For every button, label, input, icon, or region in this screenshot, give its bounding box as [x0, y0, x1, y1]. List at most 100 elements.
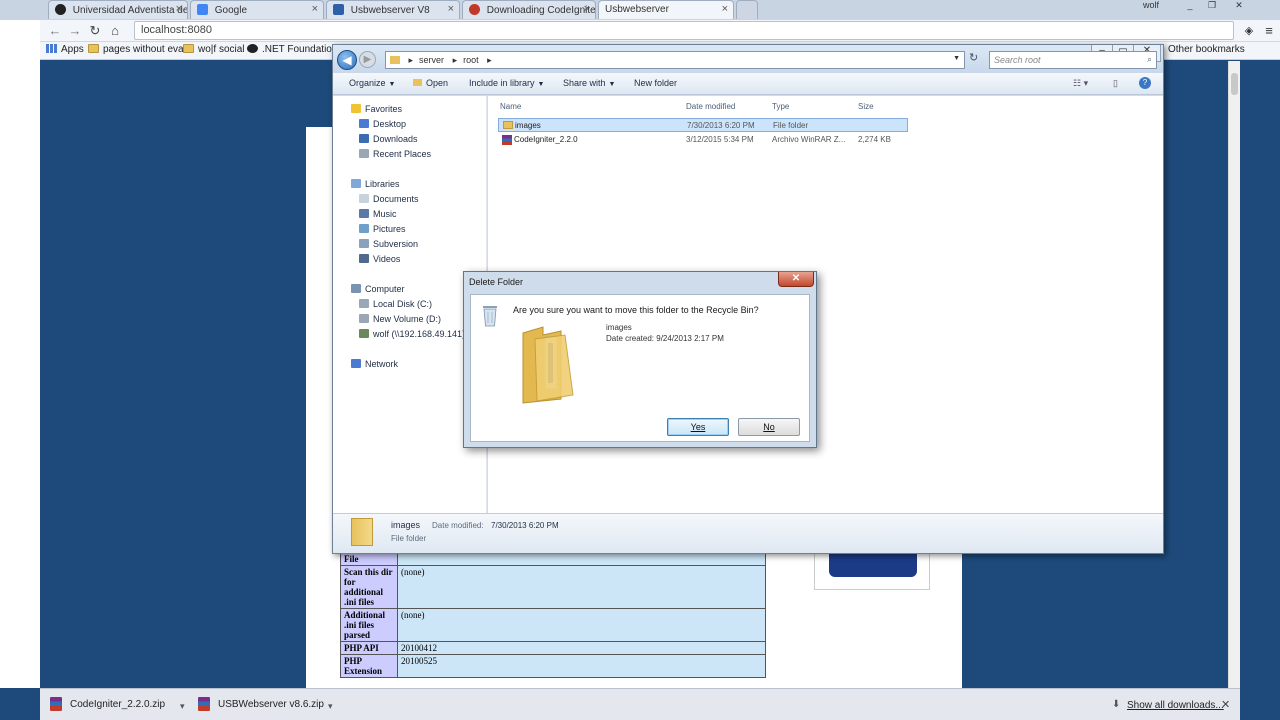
nav-label: Desktop	[373, 119, 407, 129]
tab-universidad[interactable]: Universidad Adventista de ×	[48, 0, 188, 19]
minimize-icon[interactable]: _	[1178, 0, 1202, 14]
preview-pane-icon[interactable]: ▯	[1113, 78, 1118, 89]
table-key: PHP Extension	[340, 654, 398, 678]
table-row: PHP Extension 20100525	[340, 654, 766, 678]
breadcrumb-root[interactable]: root	[463, 55, 479, 65]
download-item-codeigniter[interactable]: CodeIgniter_2.2.0.zip ▾	[40, 693, 186, 717]
nav-libraries[interactable]: Libraries	[351, 179, 400, 189]
recent-places-icon	[359, 149, 369, 158]
nav-desktop[interactable]: Desktop	[359, 119, 406, 129]
breadcrumb-server[interactable]: server	[419, 55, 444, 65]
page-scrollbar[interactable]	[1228, 61, 1240, 688]
nav-network[interactable]: Network	[351, 359, 398, 369]
tab-usbwebserver-v8[interactable]: Usbwebserver V8 ×	[326, 0, 460, 19]
back-icon[interactable]: ←	[46, 22, 64, 40]
bookmark-apps[interactable]: Apps	[46, 44, 84, 55]
address-bar[interactable]: localhost:8080	[134, 21, 1234, 40]
menu-icon[interactable]: ≡	[1260, 22, 1278, 40]
close-icon[interactable]: ×	[722, 3, 728, 15]
extension-icon[interactable]: ◈	[1240, 22, 1258, 40]
close-icon[interactable]: ✕	[1221, 698, 1230, 711]
bookmark-wolf-social[interactable]: wo|f social	[183, 44, 245, 55]
no-button[interactable]: No	[738, 418, 800, 436]
column-header-type[interactable]: Type	[772, 102, 789, 111]
nav-new-volume-d[interactable]: New Volume (D:)	[359, 314, 441, 324]
include-in-library-menu[interactable]: Include in library ▼	[469, 78, 544, 88]
show-all-downloads-link[interactable]: Show all downloads...	[1127, 700, 1224, 711]
forward-arrow-icon[interactable]: ▶	[359, 51, 376, 68]
explorer-address-bar[interactable]: ▸ server ▸ root ▸ ▼	[385, 51, 965, 69]
download-filename: USBWebserver v8.6.zip	[218, 699, 324, 710]
download-item-usbwebserver[interactable]: USBWebserver v8.6.zip ▾	[188, 693, 336, 717]
nav-label: Downloads	[373, 134, 418, 144]
documents-icon	[359, 194, 369, 203]
chevron-down-icon[interactable]: ▾	[180, 701, 185, 712]
organize-menu[interactable]: Organize ▼	[349, 78, 395, 88]
yes-button[interactable]: Yes	[667, 418, 729, 436]
chevron-down-icon[interactable]: ▾	[328, 701, 333, 712]
table-value: (none)	[397, 608, 766, 642]
nav-local-disk-c[interactable]: Local Disk (C:)	[359, 299, 432, 309]
scrollbar-thumb[interactable]	[1231, 73, 1238, 95]
table-row: Scan this dir for additional .ini files …	[340, 565, 766, 609]
maximize-icon[interactable]: ❐	[1200, 0, 1224, 14]
nav-recent-places[interactable]: Recent Places	[359, 149, 431, 159]
refresh-icon[interactable]: ↻	[969, 51, 983, 69]
php-info-table: File Scan this dir for additional .ini f…	[340, 552, 766, 678]
open-button[interactable]: Open	[413, 78, 448, 88]
bookmark-net-foundation[interactable]: .NET Foundation	[247, 44, 337, 55]
tab-downloading-codeigniter[interactable]: Downloading CodeIgniter ×	[462, 0, 596, 19]
chevron-down-icon[interactable]: ▼	[953, 55, 960, 62]
table-key: File	[340, 552, 398, 566]
close-icon[interactable]: ×	[584, 3, 590, 15]
column-header-name[interactable]: Name	[500, 102, 521, 111]
profile-name: wolf	[1142, 0, 1159, 10]
table-row: File	[340, 552, 766, 566]
tab-usbwebserver[interactable]: Usbwebserver ×	[598, 0, 734, 19]
search-input[interactable]: Search root ⌕	[989, 51, 1157, 69]
nav-downloads[interactable]: Downloads	[359, 134, 418, 144]
new-tab-button[interactable]	[736, 0, 758, 19]
bookmark-pages-without-eval[interactable]: pages without eval	[88, 44, 186, 55]
recycle-bin-icon	[483, 306, 497, 327]
chevron-down-icon: ▼	[537, 81, 545, 88]
nav-computer[interactable]: Computer	[351, 284, 405, 294]
close-icon[interactable]: ✕	[778, 272, 814, 287]
nav-label: Documents	[373, 194, 419, 204]
close-icon[interactable]: ×	[176, 3, 182, 15]
home-icon[interactable]: ⌂	[106, 22, 124, 40]
nav-pictures[interactable]: Pictures	[359, 224, 406, 234]
nav-favorites[interactable]: Favorites	[351, 104, 402, 114]
download-shelf: CodeIgniter_2.2.0.zip ▾ USBWebserver v8.…	[40, 688, 1240, 720]
nav-label: Subversion	[373, 239, 419, 249]
reload-icon[interactable]: ↻	[86, 22, 104, 40]
file-row-images[interactable]: images 7/30/2013 6:20 PM File folder	[498, 118, 908, 132]
file-row-codeigniter[interactable]: CodeIgniter_2.2.0 3/12/2015 5:34 PM Arch…	[498, 133, 908, 147]
close-icon[interactable]: ×	[448, 3, 454, 15]
file-name: images	[515, 121, 541, 130]
nav-music[interactable]: Music	[359, 209, 397, 219]
file-name: CodeIgniter_2.2.0	[514, 135, 578, 144]
new-folder-button[interactable]: New folder	[634, 78, 677, 88]
views-icon[interactable]: ☷ ▾	[1073, 78, 1088, 89]
nav-label: Libraries	[365, 179, 400, 189]
tab-label: Universidad Adventista de	[72, 5, 188, 16]
column-header-date[interactable]: Date modified	[686, 102, 735, 111]
close-icon[interactable]: ×	[312, 3, 318, 15]
forward-icon[interactable]: →	[66, 22, 84, 40]
nav-documents[interactable]: Documents	[359, 194, 419, 204]
nav-label: Pictures	[373, 224, 406, 234]
nav-network-drive-z[interactable]: wolf (\\192.168.49.141) (Z	[359, 329, 476, 339]
tab-google[interactable]: Google ×	[190, 0, 324, 19]
nav-videos[interactable]: Videos	[359, 254, 400, 264]
nav-label: wolf (\\192.168.49.141) (Z	[373, 329, 477, 339]
other-bookmarks[interactable]: Other bookmarks	[1168, 44, 1245, 55]
network-icon	[351, 359, 361, 368]
share-with-menu[interactable]: Share with ▼	[563, 78, 615, 88]
bookmark-label: pages without eval	[103, 44, 186, 55]
nav-subversion[interactable]: Subversion	[359, 239, 418, 249]
help-icon[interactable]: ?	[1139, 77, 1151, 89]
close-window-icon[interactable]: ✕	[1222, 0, 1256, 14]
column-header-size[interactable]: Size	[858, 102, 874, 111]
back-arrow-icon[interactable]: ◀	[337, 50, 357, 70]
